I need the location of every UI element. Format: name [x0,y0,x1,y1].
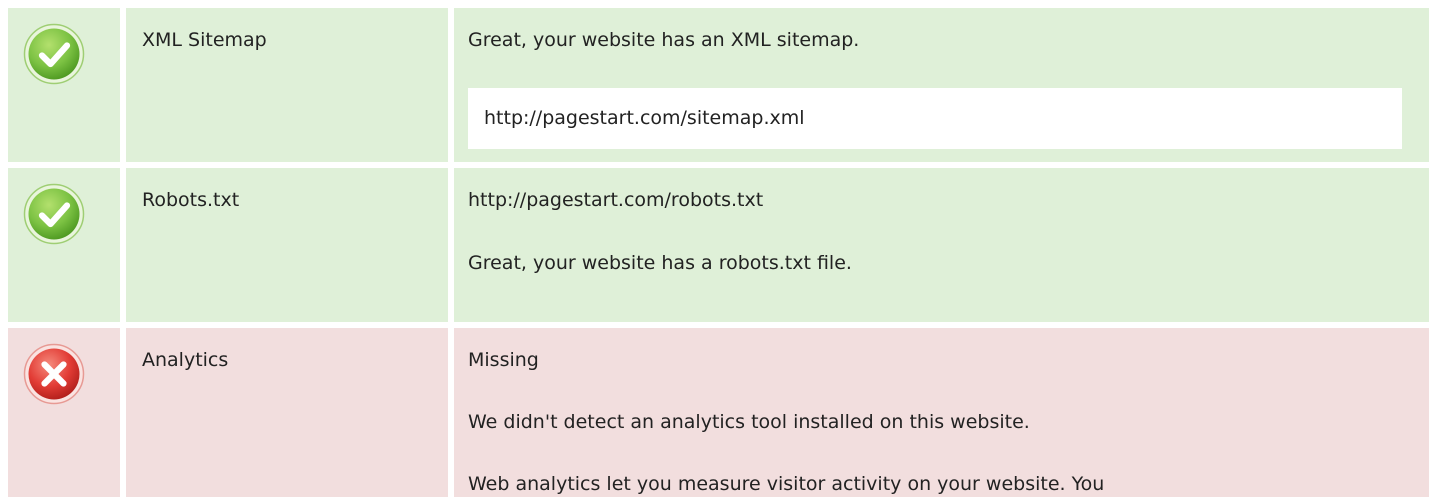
status-cell [8,8,120,162]
check-label: Analytics [142,349,229,371]
check-row-robots-txt: Robots.txt http://pagestart.com/robots.t… [8,168,1429,322]
check-label: Robots.txt [142,189,240,211]
detail-cell: http://pagestart.com/robots.txt Great, y… [454,168,1429,322]
check-value: Missing [468,349,539,371]
check-circle-icon [23,23,85,85]
check-message: We didn't detect an analytics tool insta… [468,411,1030,433]
check-message: Great, your website has an XML sitemap. [468,29,860,51]
seo-report: XML Sitemap Great, your website has an X… [0,0,1429,497]
label-cell: Robots.txt [126,168,448,322]
check-row-xml-sitemap: XML Sitemap Great, your website has an X… [8,8,1429,162]
label-cell: Analytics [126,328,448,497]
status-cell [8,168,120,322]
detail-cell: Great, your website has an XML sitemap. … [454,8,1429,162]
detail-cell: Missing We didn't detect an analytics to… [454,328,1429,497]
robots-url: http://pagestart.com/robots.txt [468,189,764,211]
label-cell: XML Sitemap [126,8,448,162]
check-row-analytics: Analytics Missing We didn't detect an an… [8,328,1429,497]
check-message: Great, your website has a robots.txt fil… [468,252,852,274]
check-circle-icon [23,183,85,245]
sitemap-url: http://pagestart.com/sitemap.xml [484,107,805,129]
status-cell [8,328,120,497]
x-circle-icon [23,343,85,405]
check-label: XML Sitemap [142,29,267,51]
check-description: Web analytics let you measure visitor ac… [468,473,1105,495]
url-box: http://pagestart.com/sitemap.xml [468,88,1402,149]
